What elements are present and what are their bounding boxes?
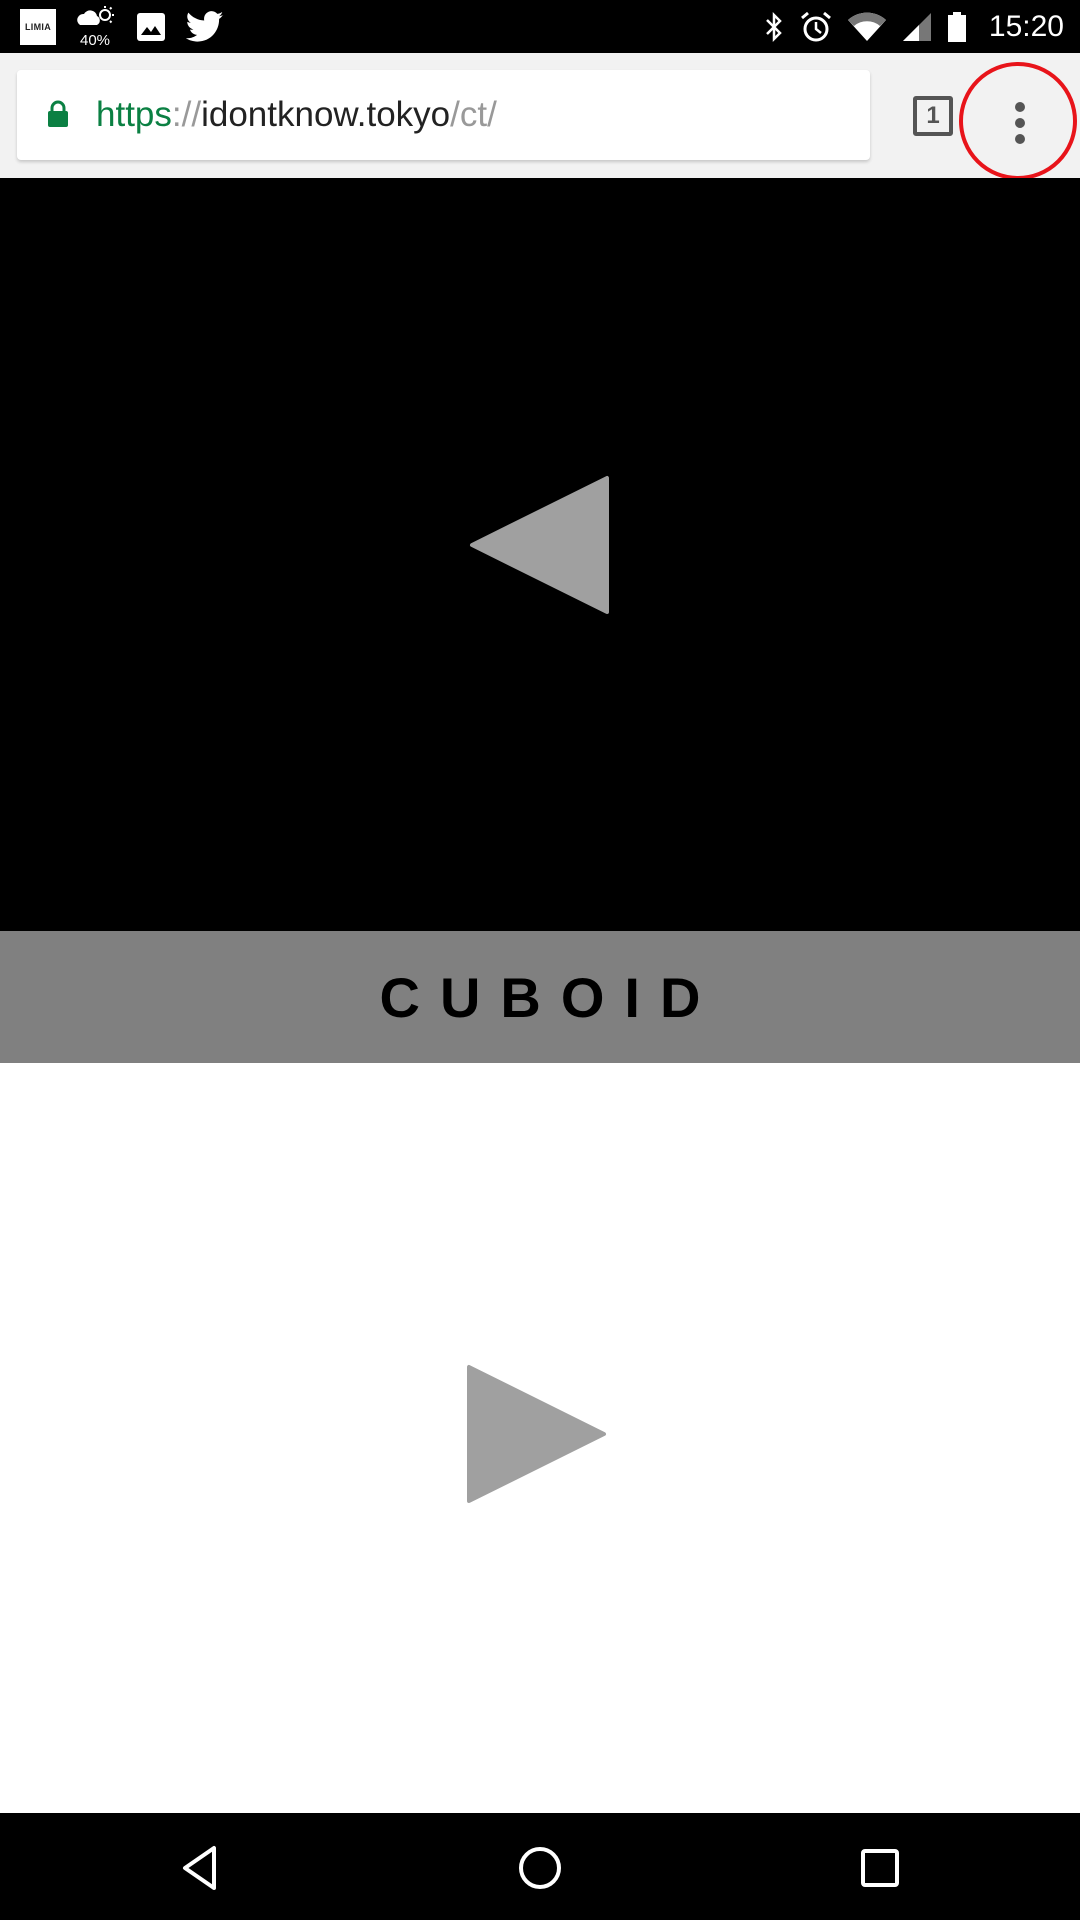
address-bar[interactable]: https://idontknow.tokyo/ct/	[17, 70, 870, 160]
limia-app-icon: LIMIA	[20, 8, 56, 45]
url-text[interactable]: https://idontknow.tokyo/ct/	[96, 70, 497, 160]
notification-icons: LIMIA 40%	[20, 0, 224, 53]
overflow-menu-button[interactable]	[990, 83, 1050, 163]
recents-button[interactable]	[845, 1833, 915, 1903]
alarm-icon	[800, 11, 831, 41]
tab-count: 1	[926, 102, 940, 129]
url-separator: ://	[171, 95, 202, 134]
navigation-bar	[0, 1813, 1080, 1920]
tab-switcher-button[interactable]: 1	[913, 96, 953, 136]
recents-icon	[861, 1849, 899, 1887]
home-icon	[519, 1847, 561, 1889]
url-scheme: https	[96, 95, 172, 134]
menu-dot-icon	[1015, 102, 1025, 112]
back-icon	[183, 1846, 216, 1890]
cell-signal-icon	[902, 12, 931, 41]
top-panel	[0, 178, 1080, 931]
clock: 15:20	[988, 9, 1064, 43]
bottom-panel	[0, 1063, 1080, 1813]
lock-icon	[48, 100, 68, 127]
url-path: /ct/	[450, 95, 497, 134]
left-triangle-icon	[470, 476, 609, 614]
title-band: CUBOID	[0, 931, 1080, 1063]
wifi-icon	[847, 12, 886, 41]
battery-icon	[947, 11, 966, 42]
back-button[interactable]	[165, 1833, 235, 1903]
weather-percent: 40%	[80, 31, 111, 49]
home-button[interactable]	[505, 1833, 575, 1903]
right-triangle-icon	[467, 1365, 606, 1503]
status-bar: LIMIA 40% 15:20	[0, 0, 1080, 53]
page-title: CUBOID	[379, 965, 721, 1029]
weather-icon: 40%	[76, 5, 116, 49]
menu-dot-icon	[1015, 134, 1025, 144]
menu-dot-icon	[1015, 118, 1025, 128]
url-host: idontknow.tokyo	[201, 95, 451, 134]
next-arrow-button[interactable]	[466, 1364, 608, 1504]
bluetooth-icon	[766, 11, 782, 42]
previous-arrow-button[interactable]	[468, 475, 610, 615]
system-icons: 15:20	[763, 0, 1064, 53]
browser-toolbar: https://idontknow.tokyo/ct/ 1	[0, 53, 1080, 178]
twitter-icon	[186, 10, 224, 42]
limia-label: LIMIA	[25, 21, 51, 32]
image-icon	[137, 12, 165, 41]
